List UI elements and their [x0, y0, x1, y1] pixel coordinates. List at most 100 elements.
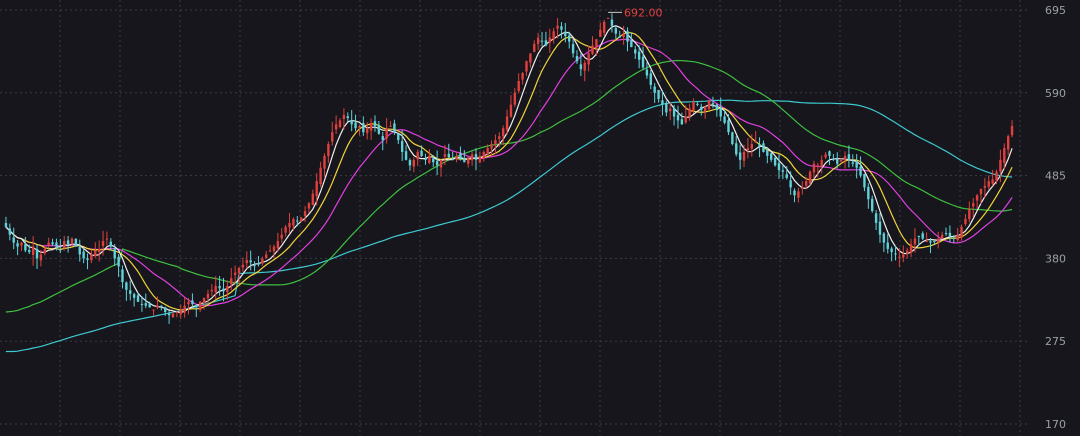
candle-body	[486, 148, 489, 155]
candle-body	[657, 89, 660, 100]
candle-body	[715, 104, 719, 111]
candle-body	[606, 17, 610, 19]
candle-body	[323, 155, 326, 169]
candle-body	[711, 103, 715, 105]
candle-body	[812, 163, 816, 173]
candle-body	[575, 55, 579, 62]
candle-body	[587, 53, 590, 65]
candle-body	[78, 247, 81, 255]
candle-body	[820, 159, 823, 167]
candle-body	[847, 154, 851, 160]
candle-body	[455, 155, 458, 160]
candle-body	[350, 120, 353, 125]
candle-body	[171, 313, 175, 318]
candle-body	[202, 297, 206, 304]
candle-body	[948, 232, 952, 237]
chart-canvas: 695 590 485 380 275 170 692.00	[0, 0, 1066, 436]
candle-body	[303, 211, 307, 216]
candle-body	[31, 246, 35, 255]
candle-body	[241, 264, 245, 268]
candle-body	[179, 309, 182, 315]
candle-body	[797, 191, 800, 198]
candle-body	[210, 289, 214, 292]
candle-body	[890, 248, 893, 253]
candle-body	[843, 155, 847, 160]
candle-body	[16, 243, 19, 247]
candle-body	[354, 122, 357, 129]
candle-body	[882, 233, 886, 243]
candle-body	[412, 159, 416, 167]
candle-body	[556, 25, 559, 29]
candle-body	[226, 286, 229, 293]
candle-body	[727, 120, 730, 133]
candle-body	[785, 174, 788, 178]
candle-body	[230, 278, 233, 285]
candle-body	[342, 114, 346, 119]
candle-body	[925, 241, 928, 243]
candle-body	[645, 69, 649, 76]
candle-body	[602, 21, 606, 33]
candle-body	[362, 123, 365, 133]
candle-body	[299, 217, 303, 222]
candle-body	[1006, 136, 1010, 150]
candle-body	[397, 133, 400, 141]
candle-body	[832, 158, 835, 160]
ma60-line	[5, 59, 1013, 313]
candle-body	[245, 259, 248, 264]
candle-body	[206, 293, 210, 299]
candle-body	[86, 258, 89, 260]
candle-body	[467, 157, 470, 164]
candle-body	[195, 305, 198, 308]
candle-body	[501, 128, 505, 137]
candle-body	[459, 153, 462, 160]
candle-body	[758, 144, 761, 147]
candle-body	[591, 45, 594, 55]
candle-body	[754, 141, 757, 143]
candle-body	[404, 151, 408, 160]
candle-body	[995, 171, 998, 181]
candle-body	[548, 37, 551, 43]
candle-body	[167, 313, 171, 316]
candle-body	[669, 108, 672, 112]
candle-body	[253, 265, 256, 267]
candle-body	[653, 86, 656, 93]
candle-body	[272, 246, 276, 252]
candle-body	[525, 61, 528, 72]
candle-body	[214, 286, 217, 293]
candle-body	[400, 141, 404, 152]
candle-body	[781, 170, 785, 172]
candle-body	[770, 153, 773, 160]
candle-body	[529, 53, 532, 63]
y-tick-label: 380	[1045, 252, 1066, 265]
candle-body	[1003, 148, 1006, 163]
peak-annotation: 692.00	[608, 6, 663, 19]
candle-body	[474, 154, 478, 160]
candle-body	[750, 144, 753, 149]
candle-body	[940, 234, 944, 239]
candle-body	[836, 159, 839, 164]
candle-body	[109, 241, 113, 247]
candle-body	[334, 124, 338, 130]
candle-body	[443, 154, 447, 157]
candle-body	[599, 29, 602, 37]
candle-body	[610, 19, 614, 26]
candle-body	[909, 244, 913, 253]
candle-body	[117, 256, 120, 267]
candle-body	[338, 120, 342, 127]
candle-body	[148, 303, 151, 308]
candle-body	[498, 136, 501, 140]
candle-body	[470, 154, 474, 161]
candle-body	[517, 80, 520, 92]
candle-body	[746, 148, 750, 151]
candle-body	[692, 102, 695, 111]
candle-body	[222, 288, 225, 292]
candle-body	[12, 237, 15, 243]
candle-body	[482, 151, 485, 159]
candle-body	[991, 179, 994, 184]
candle-body	[793, 190, 796, 196]
candle-body	[346, 116, 349, 119]
candle-body	[129, 290, 132, 294]
candle-body	[871, 198, 874, 212]
candle-body	[661, 100, 664, 105]
candle-body	[447, 153, 450, 158]
